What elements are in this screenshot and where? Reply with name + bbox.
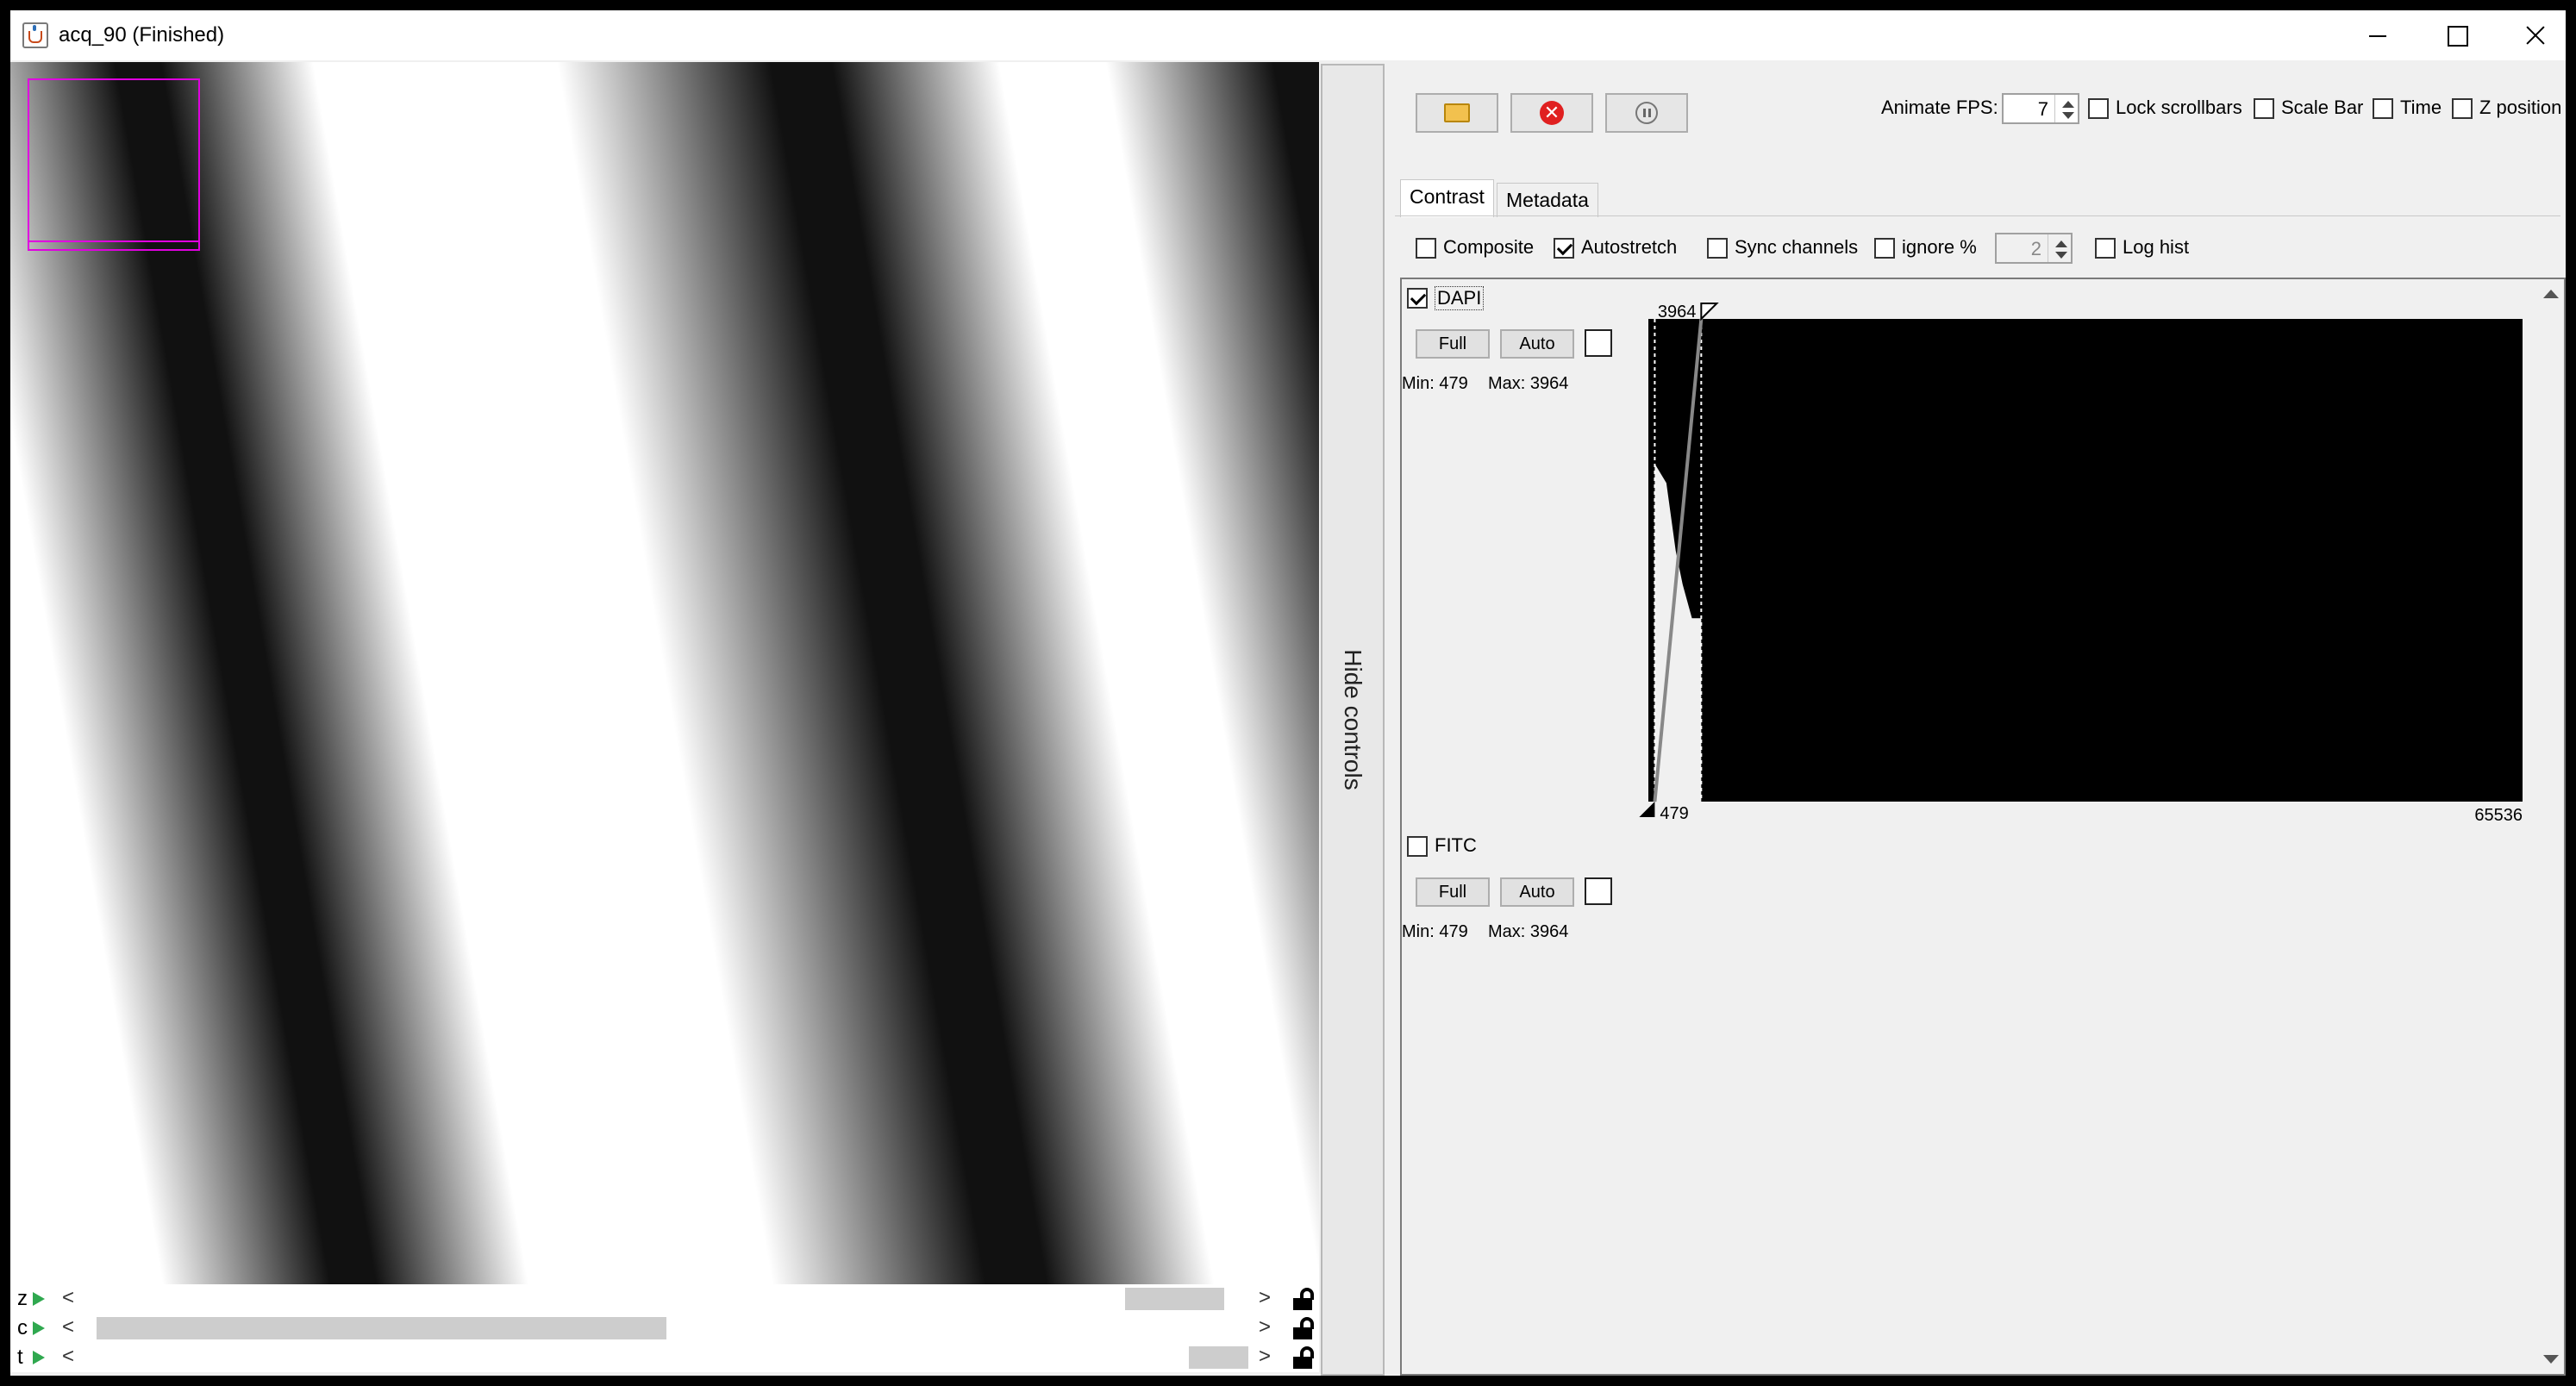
ignore-percent-label: ignore %: [1902, 236, 1977, 258]
spinner-down-icon[interactable]: [2055, 252, 2067, 259]
z-position-label: Z position: [2479, 97, 2562, 118]
z-scrollbar-row: z < >: [10, 1284, 1319, 1314]
t-scroll-left-icon[interactable]: <: [62, 1343, 74, 1370]
c-scrollbar[interactable]: [84, 1317, 1248, 1339]
dapi-channel-checkbox[interactable]: [1407, 288, 1428, 309]
t-play-icon[interactable]: [33, 1351, 45, 1364]
c-play-icon[interactable]: [33, 1321, 45, 1335]
dapi-auto-button[interactable]: Auto: [1500, 329, 1574, 359]
c-scroll-left-icon[interactable]: <: [62, 1314, 74, 1341]
time-checkbox[interactable]: [2373, 98, 2393, 119]
stop-button[interactable]: ✕: [1510, 93, 1593, 133]
spinner-down-icon[interactable]: [2062, 112, 2074, 119]
close-window-button[interactable]: [2495, 10, 2566, 60]
navigation-overview-box[interactable]: [28, 78, 200, 251]
composite-checkbox[interactable]: [1416, 238, 1436, 259]
c-scrollbar-row: c < >: [10, 1314, 1319, 1343]
max-handle-icon[interactable]: [1700, 303, 1719, 322]
log-hist-label: Log hist: [2123, 236, 2190, 258]
t-scroll-thumb[interactable]: [1189, 1346, 1248, 1369]
z-position-checkbox[interactable]: [2452, 98, 2473, 119]
animate-fps-value[interactable]: 7: [2038, 98, 2048, 121]
t-scroll-right-icon[interactable]: >: [1259, 1343, 1271, 1370]
histogram-max-value: 3964: [1658, 303, 1697, 322]
tab-contrast[interactable]: Contrast: [1400, 179, 1494, 217]
java-app-icon: [22, 22, 48, 48]
z-scrollbar[interactable]: [84, 1288, 1248, 1310]
sync-channels-checkbox[interactable]: [1707, 238, 1728, 259]
image-canvas[interactable]: [10, 62, 1319, 1284]
animate-fps-spinner[interactable]: 7: [2002, 93, 2079, 124]
c-scroll-right-icon[interactable]: >: [1259, 1314, 1271, 1341]
control-panel: ✕ Animate FPS: 7 Lock scrollbars Scale B…: [1388, 62, 2566, 1376]
lock-scrollbars-checkbox[interactable]: [2088, 98, 2109, 119]
dapi-channel-label: DAPI: [1435, 286, 1485, 310]
z-play-icon[interactable]: [33, 1292, 45, 1306]
spinner-up-icon[interactable]: [2062, 101, 2074, 108]
ignore-percent-value[interactable]: 2: [2031, 238, 2041, 260]
autostretch-label: Autostretch: [1581, 236, 1678, 258]
z-scroll-left-icon[interactable]: <: [62, 1284, 74, 1312]
scroll-down-icon[interactable]: [2543, 1355, 2559, 1364]
window-title: acq_90 (Finished): [59, 23, 225, 47]
histogram-range-max: 65536: [2474, 806, 2523, 825]
dapi-max-label: Max: 3964: [1488, 374, 1569, 393]
tab-metadata[interactable]: Metadata: [1497, 183, 1598, 217]
z-axis-label: z: [17, 1287, 28, 1310]
fitc-min-label: Min: 479: [1402, 922, 1468, 941]
pause-button[interactable]: [1605, 93, 1688, 133]
z-lock-icon[interactable]: [1291, 1288, 1317, 1312]
dapi-full-button[interactable]: Full: [1416, 329, 1490, 359]
fitc-channel-checkbox[interactable]: [1407, 836, 1428, 857]
scale-bar-label: Scale Bar: [2281, 97, 2364, 118]
animate-fps-label: Animate FPS:: [1881, 97, 1998, 118]
maximize-button[interactable]: [2416, 10, 2495, 60]
z-scroll-right-icon[interactable]: >: [1259, 1284, 1271, 1312]
fitc-max-label: Max: 3964: [1488, 922, 1569, 941]
dapi-color-swatch[interactable]: [1585, 329, 1612, 357]
c-axis-label: c: [17, 1316, 28, 1339]
fitc-channel-label: FITC: [1435, 834, 1477, 856]
c-lock-icon[interactable]: [1291, 1317, 1317, 1341]
spinner-up-icon[interactable]: [2055, 240, 2067, 247]
title-bar[interactable]: acq_90 (Finished): [10, 10, 2566, 60]
dapi-min-label: Min: 479: [1402, 374, 1468, 393]
fitc-color-swatch[interactable]: [1585, 877, 1612, 905]
open-folder-button[interactable]: [1416, 93, 1498, 133]
composite-label: Composite: [1443, 236, 1535, 258]
sync-channels-label: Sync channels: [1735, 236, 1859, 258]
pause-icon: [1635, 102, 1658, 124]
stop-icon: ✕: [1540, 101, 1564, 125]
folder-icon: [1444, 103, 1470, 122]
main-window: acq_90 (Finished) z < > c < > t < > Hide…: [10, 10, 2566, 1376]
minimize-button[interactable]: [2336, 10, 2416, 60]
scroll-up-icon[interactable]: [2543, 290, 2559, 298]
fitc-full-button[interactable]: Full: [1416, 877, 1490, 907]
time-label: Time: [2400, 97, 2442, 118]
t-scrollbar[interactable]: [84, 1346, 1248, 1369]
histogram-min-value: 479: [1660, 804, 1688, 823]
t-scrollbar-row: t < >: [10, 1343, 1319, 1372]
fitc-auto-button[interactable]: Auto: [1500, 877, 1574, 907]
min-handle-icon[interactable]: [1639, 802, 1655, 817]
lock-scrollbars-label: Lock scrollbars: [2116, 97, 2242, 118]
dapi-histogram[interactable]: 3964 479 65536: [1639, 300, 2523, 825]
t-axis-label: t: [17, 1345, 23, 1369]
c-scroll-thumb[interactable]: [96, 1317, 666, 1339]
ignore-percent-checkbox[interactable]: [1874, 238, 1895, 259]
autostretch-checkbox[interactable]: [1554, 238, 1574, 259]
hide-controls-button[interactable]: Hide controls: [1321, 64, 1385, 1376]
ignore-percent-spinner[interactable]: 2: [1995, 233, 2073, 264]
z-scroll-thumb[interactable]: [1124, 1288, 1224, 1310]
hide-controls-label: Hide controls: [1340, 649, 1366, 790]
t-lock-icon[interactable]: [1291, 1346, 1317, 1370]
log-hist-checkbox[interactable]: [2095, 238, 2116, 259]
channel-controls-area[interactable]: DAPI Full Auto Min: 479 Max: 3964 3964 4…: [1400, 278, 2566, 1376]
histogram-plot-area[interactable]: [1648, 319, 2523, 802]
scale-bar-checkbox[interactable]: [2254, 98, 2274, 119]
